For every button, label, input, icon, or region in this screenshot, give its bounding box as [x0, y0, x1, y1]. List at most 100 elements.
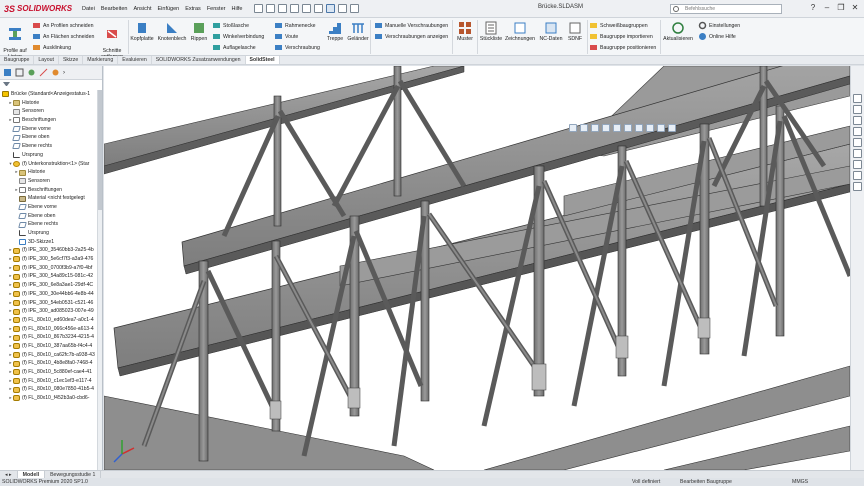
menu-datei[interactable]: Datei — [82, 6, 95, 12]
profile-cut-button[interactable]: An Profilen schneiden — [32, 21, 93, 30]
menu-fenster[interactable]: Fenster — [207, 6, 226, 12]
tree-item[interactable]: ▸ (f) IPE_300_ad085023-007e-49 — [0, 307, 102, 316]
endcap-button[interactable]: Kopfplatte — [130, 21, 154, 42]
tree-item[interactable]: ▸ Historie — [0, 168, 102, 177]
custom-properties-icon[interactable] — [853, 149, 862, 158]
tree-item[interactable]: ▸ (f) IPE_300_30e44bb6-4e8b-44 — [0, 290, 102, 299]
open-icon[interactable] — [278, 4, 288, 13]
notch-button[interactable]: Ausklinkung — [32, 43, 71, 52]
pattern-button[interactable]: Muster — [454, 21, 476, 42]
undo-icon[interactable] — [314, 4, 324, 13]
tree-item[interactable]: Ursprung — [0, 229, 102, 238]
tab-layout[interactable]: Layout — [34, 56, 59, 64]
display-manager-icon[interactable] — [51, 68, 60, 77]
gusset-plate-button[interactable]: Knotenblech — [156, 21, 188, 42]
haunch-button[interactable]: Voute — [274, 32, 298, 41]
import-assembly-button[interactable]: Baugruppe importieren — [589, 32, 653, 41]
tree-filter[interactable] — [0, 80, 102, 90]
bolting-button[interactable]: Verschraubung — [274, 43, 320, 52]
bom-button[interactable]: Stückliste — [479, 21, 503, 42]
menu-ansicht[interactable]: Ansicht — [133, 6, 151, 12]
print-icon[interactable] — [302, 4, 312, 13]
tab-solidsteel[interactable]: SolidSteel — [245, 56, 280, 64]
new-icon[interactable] — [266, 4, 276, 13]
tree-item[interactable]: ▸ (f) FL_80x10_066c456e-a613-4 — [0, 325, 102, 334]
manual-bolting-button[interactable]: Manuelle Verschraubungen — [374, 21, 448, 30]
display-style-icon[interactable] — [624, 124, 632, 132]
settings-button[interactable]: Einstellungen — [698, 21, 740, 30]
menu-extras[interactable]: Extras — [185, 6, 201, 12]
status-units[interactable]: MMGS — [792, 479, 808, 485]
tree-item[interactable]: ▸ (f) FL_80x10_867b3234-4215-4 — [0, 333, 102, 342]
tree-root[interactable]: Brücke (Standard<Anzeigestatus-1 — [0, 90, 102, 99]
weld-assemblies-button[interactable]: Schweißbaugruppen — [589, 21, 648, 30]
appearances-icon[interactable] — [853, 138, 862, 147]
tree-item[interactable]: ▸ (f) FL_80x10_ed60dea7-a0c1-4 — [0, 316, 102, 325]
save-icon[interactable] — [290, 4, 300, 13]
help-icon[interactable]: ? — [808, 2, 818, 14]
solidworks-resources-icon[interactable] — [853, 94, 862, 103]
profile-on-lines-button[interactable]: Profile auf Linien — [2, 21, 28, 60]
rebuild-icon[interactable] — [338, 4, 348, 13]
tree-item[interactable]: ▸ (f) IPE_300_5e6cf7f3-a3a9-476 — [0, 255, 102, 264]
tree-item[interactable]: Ursprung — [0, 151, 102, 160]
tree-item[interactable]: Material <nicht festgelegt — [0, 194, 102, 203]
tree-item[interactable]: Ebene vorne — [0, 125, 102, 134]
scene-icon[interactable] — [657, 124, 665, 132]
online-help-button[interactable]: Online Hilfe — [698, 32, 736, 41]
position-assembly-button[interactable]: Baugruppe positionieren — [589, 43, 656, 52]
panel-more-icon[interactable]: › — [63, 70, 65, 76]
hide-show-icon[interactable] — [635, 124, 643, 132]
forum-icon[interactable] — [853, 160, 862, 169]
solidworks-logo[interactable]: 3S SOLIDWORKS — [0, 0, 72, 18]
view-settings-icon[interactable] — [668, 124, 676, 132]
tree-item[interactable]: ▸ (f) FL_80x10_5c880ef-cae4-41 — [0, 368, 102, 377]
tree-item[interactable]: 3D-Skizze1 — [0, 238, 102, 247]
tree-item[interactable]: Ebene rechts — [0, 220, 102, 229]
tree-scrollbar[interactable] — [97, 90, 102, 470]
tree-item[interactable]: ▸ Historie — [0, 99, 102, 108]
update-button[interactable]: Aktualisieren — [662, 21, 694, 42]
base-plate-button[interactable]: Auflagelasche — [212, 43, 256, 52]
tree-item[interactable]: ▸ (f) FL_80x10_080e7850-41b5-4 — [0, 385, 102, 394]
select-icon[interactable] — [326, 4, 336, 13]
pin-icon[interactable] — [254, 4, 264, 13]
tree-item[interactable]: ▸ (f) FL_80x10_c1ec1ef3-e117-4 — [0, 377, 102, 386]
surface-cut-button[interactable]: An Flächen schneiden — [32, 32, 94, 41]
previous-view-icon[interactable] — [591, 124, 599, 132]
tree-item[interactable]: Sensoren — [0, 107, 102, 116]
tree-item[interactable]: Sensoren — [0, 177, 102, 186]
frame-corner-button[interactable]: Rahmenecke — [274, 21, 316, 30]
feature-tree-icon[interactable] — [3, 68, 12, 77]
3d-content-icon[interactable] — [853, 182, 862, 191]
bridge-model[interactable] — [104, 66, 850, 470]
restore-icon[interactable]: ❐ — [836, 2, 846, 14]
tab-skizze[interactable]: Skizze — [59, 56, 84, 64]
tree-item[interactable]: Ebene oben — [0, 133, 102, 142]
property-manager-icon[interactable] — [15, 68, 24, 77]
tree-item[interactable]: ▸ (f) FL_80x10_f452b3a0-cbd6- — [0, 394, 102, 403]
design-library-icon[interactable] — [853, 105, 862, 114]
tree-item[interactable]: Ebene vorne — [0, 203, 102, 212]
butt-strap-button[interactable]: Stoßlasche — [212, 21, 249, 30]
minimize-icon[interactable]: – — [822, 2, 832, 14]
tree-item[interactable]: ▸ (f) IPE_300_54eb0531-c521-46 — [0, 299, 102, 308]
remove-cuts-button[interactable]: Schnitte entfernen — [98, 21, 126, 60]
tree-item[interactable]: ▸ (f) IPE_300_0700f3b9-a7f0-4bf — [0, 264, 102, 273]
command-search[interactable]: Befehlssuche — [670, 4, 782, 14]
view-orientation-icon[interactable] — [613, 124, 621, 132]
close-icon[interactable]: ✕ — [850, 2, 860, 14]
drawings-button[interactable]: Zeichnungen — [504, 21, 536, 42]
options-icon[interactable] — [350, 4, 360, 13]
show-bolting-button[interactable]: Verschraubungen anzeigen — [374, 32, 448, 41]
tree-item[interactable]: ▸ Beschriftungen — [0, 116, 102, 125]
tree-item[interactable]: ▸ (f) IPE_300_54a89c15-081c-42 — [0, 272, 102, 281]
tree-item[interactable]: ▸ Beschriftungen — [0, 186, 102, 195]
tab-evaluieren[interactable]: Evaluieren — [118, 56, 152, 64]
scrollbar-thumb[interactable] — [98, 90, 102, 210]
stairs-button[interactable]: Treppe — [325, 21, 345, 42]
section-view-icon[interactable] — [602, 124, 610, 132]
zoom-fit-icon[interactable] — [569, 124, 577, 132]
nc-data-button[interactable]: NC-Daten — [538, 21, 564, 42]
tree-item[interactable]: ▾ (f) Unterkonstruktion<1> (Star — [0, 160, 102, 169]
